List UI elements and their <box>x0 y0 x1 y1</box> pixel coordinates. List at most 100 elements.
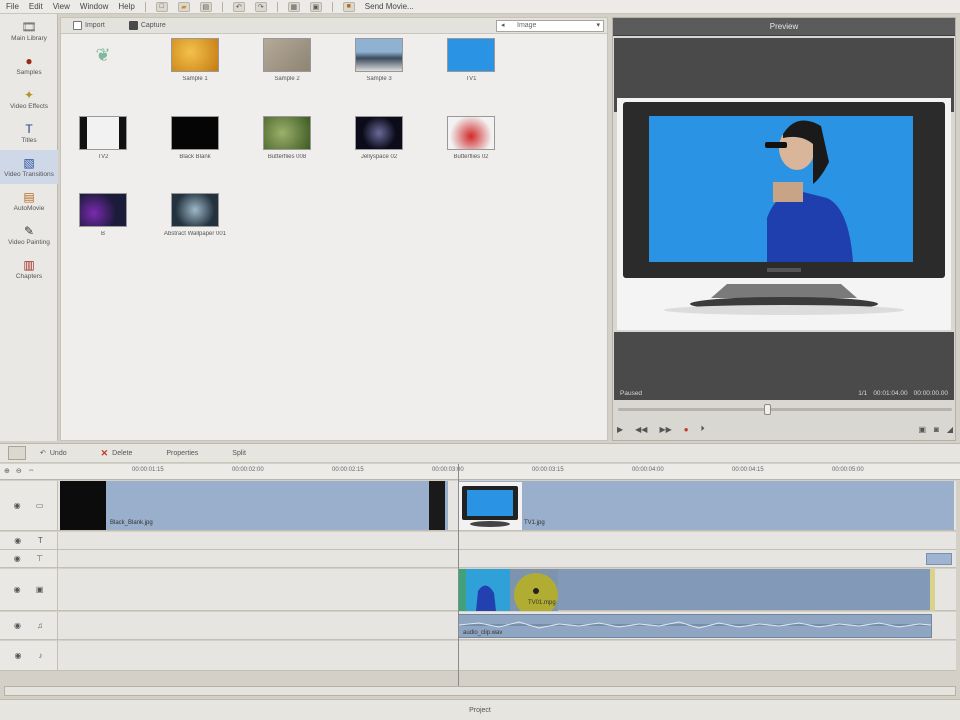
media-thumbnail[interactable]: TV1 <box>431 38 511 82</box>
timeline-clip-black-blank[interactable]: Black_Blank.jpg <box>60 481 448 530</box>
sound-track-header: ◉ ♪ <box>0 641 58 670</box>
properties-label: Properties <box>166 449 199 457</box>
toolbar-separator <box>221 1 223 12</box>
thumbnail-image <box>79 116 127 150</box>
category-paint-brush[interactable]: ✎ Video Painting <box>0 218 58 252</box>
media-thumbnail[interactable]: ❦ <box>63 38 143 76</box>
track-mute-icon[interactable]: ◉ <box>14 621 21 630</box>
chapters-icon: ▥ <box>23 258 35 272</box>
category-effects-wand[interactable]: ✦ Video Effects <box>0 82 58 116</box>
stop-icon[interactable]: ● <box>684 425 689 434</box>
storyboard-view-icon[interactable]: ▣ <box>309 1 322 12</box>
media-thumbnail[interactable]: Butterflies 02 <box>431 116 511 160</box>
timeline-clip-tv1[interactable]: TV1.jpg <box>458 481 954 530</box>
title-clip[interactable] <box>926 553 952 565</box>
media-thumbnail[interactable]: Sample 1 <box>155 38 235 82</box>
title-track-1: ◉ T <box>0 532 956 550</box>
snapshot-icon[interactable]: ◙ <box>934 425 939 434</box>
properties-button[interactable]: Properties <box>166 450 198 457</box>
timeline-view-icon[interactable]: ▦ <box>287 1 300 12</box>
seek-slider-knob[interactable] <box>764 404 771 415</box>
send-movie-icon[interactable]: ■ <box>342 1 355 12</box>
media-thumbnail[interactable]: B <box>63 193 143 237</box>
media-thumbnail[interactable]: Abstract Wallpaper 001 <box>155 193 235 237</box>
delete-x-icon: ✕ <box>100 447 109 458</box>
media-thumbnail[interactable]: TV2 <box>63 116 143 160</box>
ruler-tick-label: 00:00:05:00 <box>832 467 864 473</box>
media-thumbnail[interactable]: Butterflies 008 <box>247 116 327 160</box>
send-movie-button[interactable]: Send Movie... <box>365 2 414 11</box>
undo-icon[interactable]: ↶ <box>232 1 245 12</box>
category-apple[interactable]: ● Samples <box>0 48 58 82</box>
audio-waveform <box>459 621 931 629</box>
automovie-icon: ▤ <box>23 190 35 204</box>
import-button[interactable]: Import <box>73 21 105 30</box>
media-type-dropdown[interactable]: ◂ Image ▾ <box>496 20 604 32</box>
category-automovie[interactable]: ▤ AutoMovie <box>0 184 58 218</box>
next-frame-icon[interactable]: ▶▶ <box>659 425 671 434</box>
track-visibility-icon[interactable]: ◉ <box>14 501 21 510</box>
storyboard-toggle-button[interactable] <box>8 446 26 460</box>
new-project-icon[interactable]: □ <box>155 1 168 12</box>
media-thumbnail[interactable]: Sample 3 <box>339 38 419 82</box>
thumbnail-caption: Butterflies 02 <box>453 154 489 160</box>
zoom-fit-icon[interactable]: ⇔ <box>28 467 35 475</box>
play-icon[interactable]: ▶ <box>617 425 623 434</box>
zoom-in-icon[interactable]: ⊕ <box>4 467 10 475</box>
thumbnail-caption: TV2 <box>97 154 109 160</box>
split-button[interactable]: Split <box>232 450 246 457</box>
fullscreen-icon[interactable]: ▣ <box>918 425 926 434</box>
clip-label: TV01.mpg <box>528 600 556 606</box>
clip-thumbnail-tv <box>458 482 522 530</box>
film-strip-icon: 🎞 <box>21 20 37 34</box>
track-visibility-icon[interactable]: ◉ <box>14 585 21 594</box>
zoom-out-icon[interactable]: ⊖ <box>16 467 22 475</box>
timeline-scrollbar[interactable] <box>4 686 956 696</box>
delete-label: Delete <box>112 449 133 457</box>
menu-help[interactable]: Help <box>118 2 134 11</box>
preview-video-frame <box>617 98 951 330</box>
redo-icon[interactable]: ↷ <box>254 1 267 12</box>
ruler-tick-label: 00:00:02:15 <box>332 467 364 473</box>
browser-toolbar: Import Capture ◂ Image ▾ <box>61 18 607 34</box>
menu-file[interactable]: File <box>6 2 19 11</box>
audio-track-icon: ♫ <box>36 621 43 630</box>
media-thumbnail[interactable]: Jellyspace 02 <box>339 116 419 160</box>
timeline-ruler[interactable]: ⊕ ⊖ ⇔ 00:00:01:15 00:00:02:00 00:00:02:15 0… <box>0 464 960 480</box>
volume-icon[interactable]: ◢ <box>947 425 953 434</box>
overlay-title-track-header: ◉ ⊤ <box>0 550 58 567</box>
overlay-video-icon: ▣ <box>35 585 44 594</box>
save-icon[interactable]: ▤ <box>199 1 212 12</box>
audio-track-header: ◉ ♫ <box>0 612 58 639</box>
category-film-strip[interactable]: 🎞 Main Library <box>0 14 58 48</box>
capture-button[interactable]: Capture <box>128 21 166 30</box>
track-visibility-icon[interactable]: ◉ <box>14 554 21 563</box>
category-transitions[interactable]: ▧ Video Transitions <box>0 150 58 184</box>
menu-edit[interactable]: Edit <box>29 2 43 11</box>
split-clip-icon[interactable]: ⏵ <box>701 424 705 434</box>
menu-view[interactable]: View <box>53 2 70 11</box>
open-folder-icon[interactable]: ▰ <box>177 1 190 12</box>
menu-window[interactable]: Window <box>80 2 108 11</box>
previous-frame-icon[interactable]: ◀◀ <box>635 425 647 434</box>
audio-track: ◉ ♫ audio_clip.wav <box>0 612 956 640</box>
track-mute-icon[interactable]: ◉ <box>15 651 22 660</box>
delete-button[interactable]: ✕ Delete <box>101 448 133 459</box>
thumbnail-image: ❦ <box>79 38 127 72</box>
category-titles[interactable]: T Titles <box>0 116 58 150</box>
undo-button[interactable]: ↶ Undo <box>40 449 67 458</box>
timeline-playhead[interactable] <box>458 464 459 686</box>
timeline-clip-overlay-video[interactable]: TV01.mpg <box>458 569 930 611</box>
media-thumbnail[interactable]: Black Blank <box>155 116 235 160</box>
track-visibility-icon[interactable]: ◉ <box>14 536 21 545</box>
category-chapters[interactable]: ▥ Chapters <box>0 252 58 286</box>
media-thumbnail[interactable]: Sample 2 <box>247 38 327 82</box>
overlay-video-track-header: ◉ ▣ <box>0 569 58 610</box>
sound-track: ◉ ♪ <box>0 641 956 671</box>
clip-label: TV1.jpg <box>524 520 545 526</box>
clip-end-thumbnail <box>429 481 445 530</box>
clip-trim-handle[interactable] <box>930 569 935 611</box>
timeline-clip-audio[interactable]: audio_clip.wav <box>458 614 932 638</box>
effects-wand-icon: ✦ <box>23 88 35 102</box>
seek-slider[interactable] <box>618 404 952 415</box>
